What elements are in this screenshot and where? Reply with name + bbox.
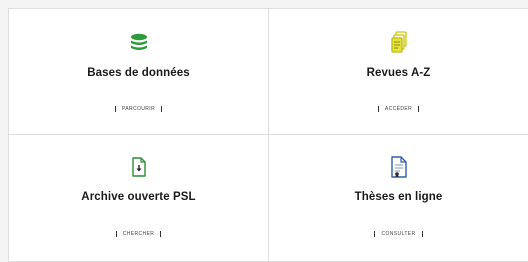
divider — [160, 231, 162, 237]
tile-title: Bases de données — [87, 67, 190, 79]
database-icon — [128, 31, 150, 55]
resource-grid: Bases de données PARCOURIR Revues A-Z AC… — [8, 8, 528, 262]
divider — [115, 231, 117, 237]
divider — [374, 231, 376, 237]
consulter-link[interactable]: CONSULTER — [381, 231, 415, 237]
divider — [421, 231, 423, 237]
divider — [114, 106, 116, 112]
tile-bases-de-donnees[interactable]: Bases de données PARCOURIR — [9, 9, 269, 135]
divider — [377, 106, 379, 112]
tile-theses-en-ligne[interactable]: Thèses en ligne CONSULTER — [269, 135, 528, 262]
divider — [418, 106, 420, 112]
divider — [161, 106, 163, 112]
tile-revues-a-z[interactable]: Revues A-Z ACCÉDER — [269, 9, 528, 135]
journals-icon — [388, 31, 410, 55]
thesis-document-icon — [388, 155, 410, 179]
tile-title: Archive ouverte PSL — [81, 191, 196, 203]
chercher-link[interactable]: CHERCHER — [123, 231, 155, 237]
tile-title: Revues A-Z — [366, 67, 431, 79]
parcourir-link[interactable]: PARCOURIR — [122, 106, 155, 112]
tile-archive-ouverte-psl[interactable]: Archive ouverte PSL CHERCHER — [9, 135, 269, 262]
acceder-link[interactable]: ACCÉDER — [385, 106, 412, 112]
download-document-icon — [128, 155, 150, 179]
tile-title: Thèses en ligne — [354, 191, 443, 203]
tile-action: CONSULTER — [269, 231, 528, 237]
tile-action: PARCOURIR — [9, 106, 268, 112]
tile-action: ACCÉDER — [269, 106, 528, 112]
tile-action: CHERCHER — [9, 231, 268, 237]
